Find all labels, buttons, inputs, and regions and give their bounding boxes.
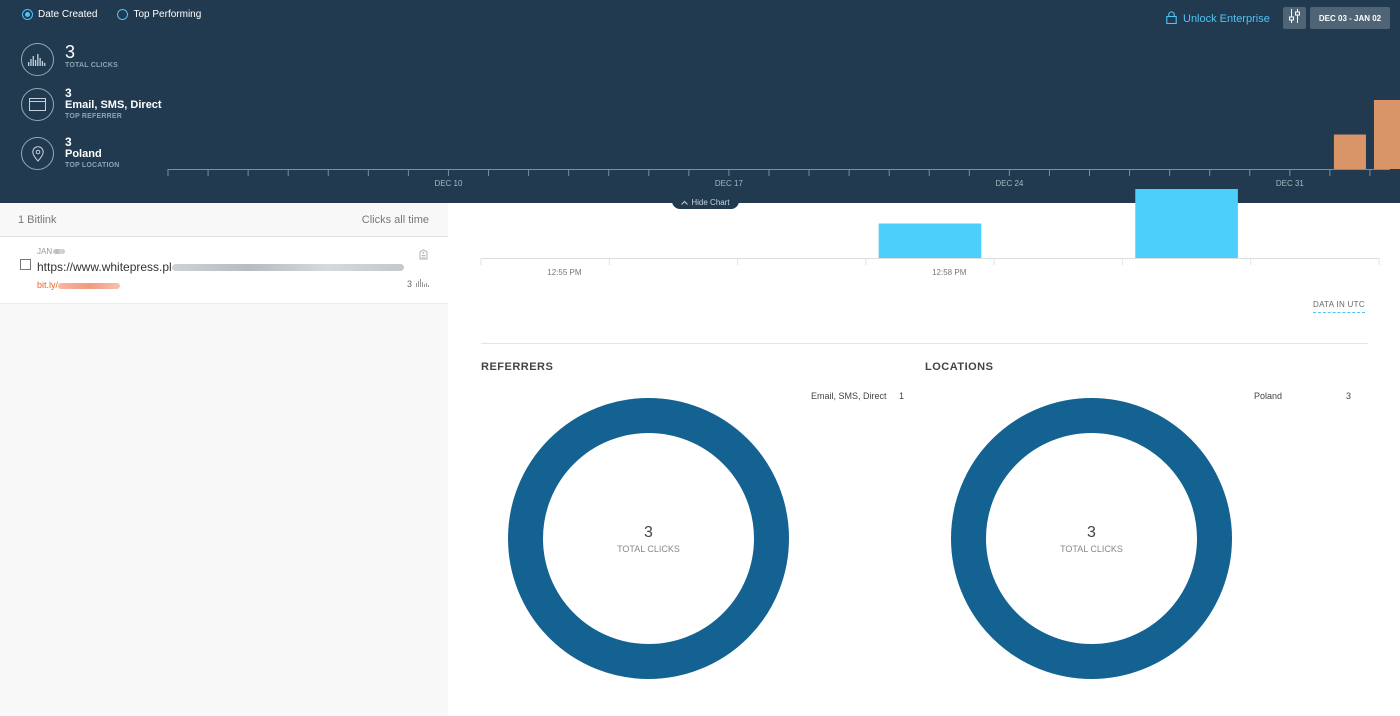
referrers-donut-chart: 3 TOTAL CLICKS — [508, 398, 789, 679]
referrers-title: REFERRERS — [481, 361, 554, 373]
referrers-total-label: TOTAL CLICKS — [617, 544, 680, 554]
data-in-utc-link[interactable]: DATA IN UTC — [1313, 300, 1365, 313]
section-divider — [481, 343, 1368, 344]
location-legend-item: Poland 3 — [1254, 391, 1351, 401]
bar[interactable] — [1135, 189, 1238, 258]
bar[interactable] — [878, 223, 982, 259]
chevron-up-icon — [681, 198, 689, 207]
locations-total-label: TOTAL CLICKS — [1060, 544, 1123, 554]
x-tick-label: 12:55 PM — [547, 268, 582, 277]
hourly-clicks-chart: 12:55 PM 12:58 PM — [480, 189, 1380, 277]
hide-chart-button[interactable]: Hide Chart — [672, 196, 739, 209]
x-tick-label: 12:58 PM — [932, 268, 967, 277]
locations-title: LOCATIONS — [925, 361, 994, 373]
referrer-legend-item: Email, SMS, Direct 1 — [811, 391, 904, 401]
location-name: Poland — [1254, 391, 1283, 401]
referrer-value: 1 — [899, 391, 905, 401]
hide-chart-label: Hide Chart — [691, 198, 730, 207]
referrers-total: 3 — [644, 524, 653, 541]
locations-total: 3 — [1087, 524, 1096, 541]
location-value: 3 — [1346, 391, 1352, 401]
referrer-name: Email, SMS, Direct — [811, 391, 887, 401]
locations-donut-chart: 3 TOTAL CLICKS — [951, 398, 1232, 679]
